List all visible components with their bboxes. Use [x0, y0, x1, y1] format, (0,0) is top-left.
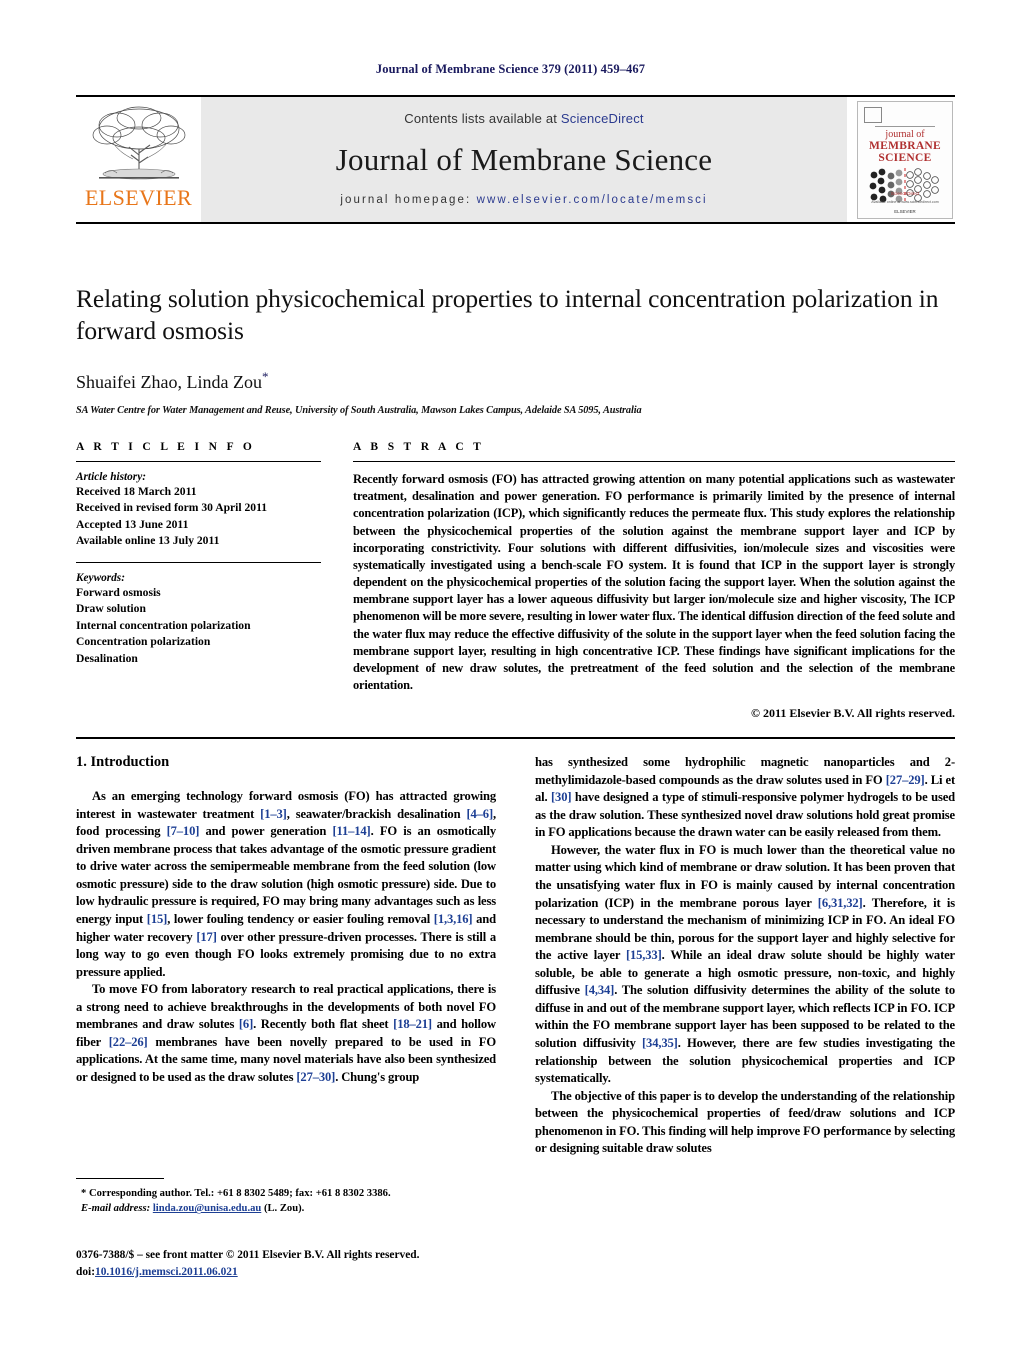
article-info-column: A R T I C L E I N F O Article history: R…	[76, 441, 321, 721]
article-info-heading: A R T I C L E I N F O	[76, 441, 256, 453]
keyword-item: Concentration polarization	[76, 635, 211, 649]
intro-paragraph: As an emerging technology forward osmosi…	[76, 789, 497, 979]
abstract-copyright: © 2011 Elsevier B.V. All rights reserved…	[751, 706, 955, 721]
history-revised: Received in revised form 30 April 2011	[76, 501, 268, 515]
intro-paragraph: has synthesized some hydrophilic magneti…	[535, 755, 956, 840]
keyword-item: Internal concentration polarization	[76, 618, 251, 632]
contents-prefix: Contents lists available at	[404, 111, 561, 126]
body-column-gap	[496, 754, 535, 1158]
body-right-column: has synthesized some hydrophilic magneti…	[535, 754, 955, 1158]
cover-divider	[875, 125, 935, 127]
journal-homepage-line: journal homepage: www.elsevier.com/locat…	[340, 194, 707, 206]
keyword-item: Draw solution	[76, 602, 146, 616]
history-accepted: Accepted 13 June 2011	[76, 517, 189, 531]
intro-paragraph: However, the water flux in FO is much lo…	[535, 842, 955, 1086]
abstract-column: A B S T R A C T Recently forward osmosis…	[353, 441, 955, 721]
sciencedirect-link[interactable]: ScienceDirect	[561, 111, 644, 126]
cover-sciencedirect-note: ScienceDirect	[890, 190, 920, 196]
cover-title-line2: MEMBRANE	[868, 139, 942, 152]
cover-footer-note: Available online at www.sciencedirect.co…	[871, 199, 939, 204]
abstract-rule	[353, 461, 955, 462]
email-suffix: (L. Zou).	[263, 1203, 305, 1215]
section-heading-introduction: 1. Introduction	[76, 754, 170, 770]
email-label: E-mail address:	[81, 1203, 151, 1215]
journal-cover-thumbnail: journal of MEMBRANE SCIENCE ScienceDirec…	[847, 97, 955, 222]
cover-footer-publisher: ELSEVIER	[894, 208, 916, 214]
keyword-item: Desalination	[76, 651, 138, 665]
footnote-block: * Corresponding author. Tel.: +61 8 8302…	[76, 1178, 496, 1217]
body-columns: 1. Introduction As an emerging technolog…	[76, 754, 955, 1158]
elsevier-tree-icon	[92, 106, 185, 180]
issn-doi-block: 0376-7388/$ – see front matter © 2011 El…	[76, 1247, 536, 1280]
body-left-column: 1. Introduction As an emerging technolog…	[76, 754, 496, 1158]
cover-title-line3: SCIENCE	[878, 151, 932, 164]
homepage-url-link[interactable]: www.elsevier.com/locate/memsci	[477, 194, 708, 206]
abstract-text: Recently forward osmosis (FO) has attrac…	[353, 472, 955, 693]
title-block: Relating solution physicochemical proper…	[76, 283, 955, 416]
doi-label: doi:	[76, 1265, 95, 1278]
email-link[interactable]: linda.zou@unisa.edu.au	[153, 1203, 261, 1214]
history-received: Received 18 March 2011	[76, 485, 197, 498]
author-names: Shuaifei Zhao, Linda Zou	[76, 372, 262, 393]
homepage-label: journal homepage:	[340, 194, 472, 206]
running-head: Journal of Membrane Science 379 (2011) 4…	[375, 62, 646, 76]
email-note: E-mail address: linda.zou@unisa.edu.au (…	[76, 1201, 496, 1216]
doi-link[interactable]: 10.1016/j.memsci.2011.06.021	[95, 1266, 238, 1278]
affiliation: SA Water Centre for Water Management and…	[76, 405, 642, 417]
history-online: Available online 13 July 2011	[76, 534, 220, 548]
intro-paragraph: To move FO from laboratory research to r…	[76, 982, 496, 1084]
cover-title-line1: journal of	[885, 128, 925, 140]
corresponding-author-marker: *	[261, 369, 269, 385]
contents-available-line: Contents lists available at ScienceDirec…	[404, 111, 643, 126]
masthead-bottom-rule	[76, 222, 955, 224]
elsevier-logo: ELSEVIER	[76, 97, 201, 222]
cover-publisher-mark-icon	[864, 106, 882, 123]
paper-page: Journal of Membrane Science 379 (2011) 4…	[0, 0, 1021, 1351]
article-info-rule	[76, 461, 321, 462]
journal-title: Journal of Membrane Science	[335, 142, 713, 177]
intro-paragraph: The objective of this paper is to develo…	[535, 1088, 955, 1156]
issn-line: 0376-7388/$ – see front matter © 2011 El…	[76, 1249, 420, 1261]
masthead-center: Contents lists available at ScienceDirec…	[201, 97, 847, 222]
body-top-rule	[76, 737, 955, 739]
column-gap	[321, 441, 353, 721]
info-abstract-region: A R T I C L E I N F O Article history: R…	[76, 441, 955, 721]
article-history-label: Article history:	[76, 471, 146, 483]
corresponding-author-note: * Corresponding author. Tel.: +61 8 8302…	[81, 1188, 391, 1199]
elsevier-wordmark: ELSEVIER	[84, 185, 193, 210]
keywords-label: Keywords:	[76, 571, 125, 584]
page-title: Relating solution physicochemical proper…	[76, 284, 939, 346]
journal-masthead: ELSEVIER Contents lists available at Sci…	[76, 95, 955, 224]
cover-image: journal of MEMBRANE SCIENCE ScienceDirec…	[857, 100, 953, 219]
author-list: Shuaifei Zhao, Linda Zou*	[76, 369, 955, 393]
keyword-item: Forward osmosis	[76, 585, 161, 599]
keywords-rule	[76, 561, 321, 563]
doi-line: doi:10.1016/j.memsci.2011.06.021	[76, 1264, 536, 1281]
footnote-rule	[76, 1178, 164, 1179]
abstract-heading: A B S T R A C T	[353, 441, 485, 453]
